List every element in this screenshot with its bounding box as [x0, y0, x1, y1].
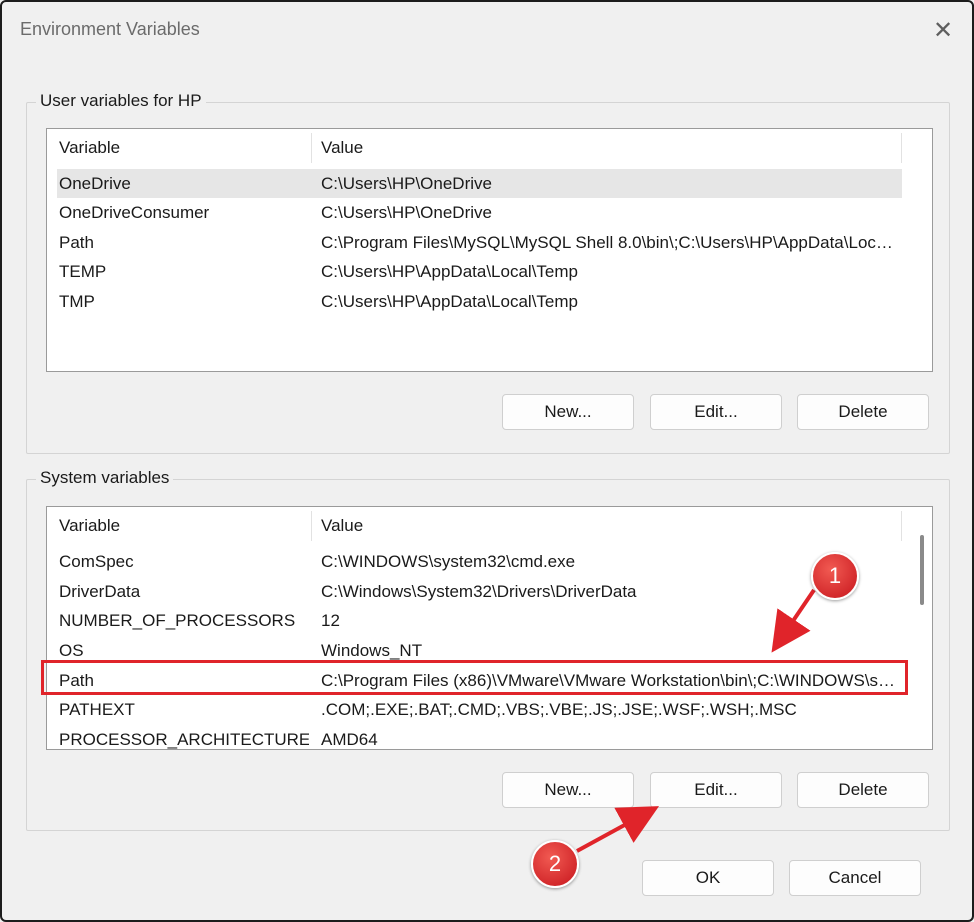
column-header-value[interactable]: Value: [321, 507, 901, 545]
cancel-button[interactable]: Cancel: [789, 860, 921, 896]
variable-value: 12: [321, 611, 340, 630]
system-edit-button[interactable]: Edit...: [650, 772, 782, 808]
column-divider[interactable]: [311, 133, 312, 163]
user-variables-list[interactable]: Variable Value OneDrive C:\Users\HP\OneD…: [46, 128, 933, 372]
column-divider[interactable]: [901, 133, 902, 163]
system-variables-label: System variables: [36, 468, 174, 488]
variable-name: OneDriveConsumer: [59, 203, 210, 222]
variable-name: ComSpec: [59, 552, 134, 571]
column-divider[interactable]: [901, 511, 902, 541]
table-row[interactable]: NUMBER_OF_PROCESSORS 12: [57, 606, 902, 635]
variable-name: DriverData: [59, 582, 141, 601]
system-variables-list[interactable]: Variable Value ComSpec C:\WINDOWS\system…: [46, 506, 933, 750]
title-bar: Environment Variables ✕: [2, 2, 972, 54]
ok-button[interactable]: OK: [642, 860, 774, 896]
table-row[interactable]: ComSpec C:\WINDOWS\system32\cmd.exe: [57, 547, 902, 576]
column-divider[interactable]: [311, 511, 312, 541]
variable-value: C:\Users\HP\AppData\Local\Temp: [321, 292, 578, 311]
variable-name: TEMP: [59, 262, 107, 281]
user-variables-label: User variables for HP: [36, 91, 206, 111]
variable-name: TMP: [59, 292, 95, 311]
step-2-badge: 2: [531, 840, 579, 888]
environment-variables-dialog: Environment Variables ✕ User variables f…: [0, 0, 974, 922]
variable-name: PATHEXT: [59, 700, 135, 719]
close-icon[interactable]: ✕: [926, 14, 960, 46]
system-delete-button[interactable]: Delete: [797, 772, 929, 808]
variable-name: NUMBER_OF_PROCESSORS: [59, 611, 296, 630]
path-highlight-box: [41, 660, 908, 695]
table-row[interactable]: OneDriveConsumer C:\Users\HP\OneDrive: [57, 198, 902, 227]
table-row[interactable]: Path C:\Program Files\MySQL\MySQL Shell …: [57, 228, 902, 257]
column-header-variable[interactable]: Variable: [59, 507, 309, 545]
list-header: Variable Value: [57, 507, 902, 545]
table-row[interactable]: TMP C:\Users\HP\AppData\Local\Temp: [57, 287, 902, 316]
table-row[interactable]: DriverData C:\Windows\System32\Drivers\D…: [57, 577, 902, 606]
table-row[interactable]: PATHEXT .COM;.EXE;.BAT;.CMD;.VBS;.VBE;.J…: [57, 695, 902, 724]
variable-value: .COM;.EXE;.BAT;.CMD;.VBS;.VBE;.JS;.JSE;.…: [321, 700, 797, 719]
variable-name: OneDrive: [59, 174, 131, 193]
vertical-scrollbar[interactable]: [920, 535, 924, 605]
user-delete-button[interactable]: Delete: [797, 394, 929, 430]
table-row[interactable]: PROCESSOR_ARCHITECTURE AMD64: [57, 725, 902, 749]
system-new-button[interactable]: New...: [502, 772, 634, 808]
variable-name: PROCESSOR_ARCHITECTURE: [59, 730, 309, 749]
user-new-button[interactable]: New...: [502, 394, 634, 430]
variable-value: C:\Users\HP\OneDrive: [321, 203, 492, 222]
column-header-variable[interactable]: Variable: [59, 129, 309, 167]
variable-value: C:\Users\HP\AppData\Local\Temp: [321, 262, 578, 281]
variable-value: C:\Program Files\MySQL\MySQL Shell 8.0\b…: [321, 233, 901, 252]
dialog-title: Environment Variables: [20, 19, 200, 39]
table-row[interactable]: OneDrive C:\Users\HP\OneDrive: [57, 169, 902, 198]
column-header-value[interactable]: Value: [321, 129, 901, 167]
variable-name: Path: [59, 233, 94, 252]
user-edit-button[interactable]: Edit...: [650, 394, 782, 430]
variable-value: C:\Users\HP\OneDrive: [321, 174, 492, 193]
list-header: Variable Value: [57, 129, 902, 167]
table-row[interactable]: TEMP C:\Users\HP\AppData\Local\Temp: [57, 257, 902, 286]
step-1-badge: 1: [811, 552, 859, 600]
variable-value: AMD64: [321, 730, 378, 749]
